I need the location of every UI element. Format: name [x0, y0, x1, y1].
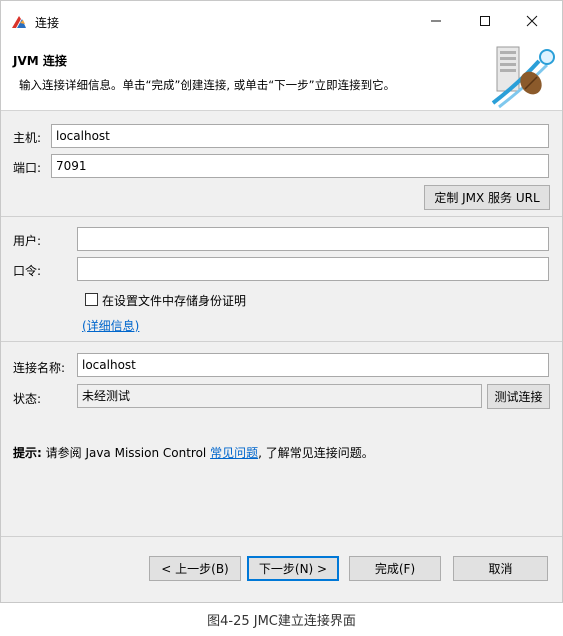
host-label: 主机: [13, 131, 42, 145]
maximize-icon [480, 16, 490, 26]
cancel-button[interactable]: 取消 [453, 556, 548, 581]
password-input[interactable] [77, 257, 549, 281]
host-input[interactable]: localhost [51, 124, 549, 148]
connection-name-input[interactable]: localhost [77, 353, 549, 377]
hint-text-after: , 了解常见连接问题。 [258, 446, 374, 460]
divider [1, 216, 562, 217]
hint-prefix: 提示: [13, 446, 42, 460]
divider [1, 536, 562, 537]
page-title: JVM 连接 [13, 54, 67, 68]
password-label: 口令: [13, 264, 42, 278]
title-bar: 连接 [1, 1, 562, 41]
custom-jmx-url-button[interactable]: 定制 JMX 服务 URL [424, 185, 550, 210]
figure-caption: 图4-25 JMC建立连接界面 [207, 614, 356, 629]
hint-text-before: 请参阅 Java Mission Control [41, 446, 211, 460]
header-banner: JVM 连接 输入连接详细信息。单击“完成”创建连接, 或单击“下一步”立即连接… [1, 41, 562, 111]
details-link[interactable]: (详细信息) [82, 317, 139, 334]
close-button[interactable] [510, 7, 554, 35]
store-credentials-label: 在设置文件中存储身份证明 [102, 294, 247, 308]
jmc-app-icon [11, 14, 27, 30]
maximize-button[interactable] [463, 7, 507, 35]
status-value: 未经测试 [77, 384, 482, 408]
divider [1, 341, 562, 342]
port-label: 端口: [13, 161, 42, 175]
connection-plug-icon [491, 46, 555, 109]
minimize-button[interactable] [414, 7, 458, 35]
connection-name-label: 连接名称: [13, 361, 66, 375]
status-label: 状态: [13, 392, 42, 406]
close-icon [526, 15, 538, 27]
page-description: 输入连接详细信息。单击“完成”创建连接, 或单击“下一步”立即连接到它。 [19, 78, 396, 92]
window-title: 连接 [35, 16, 60, 30]
next-button[interactable]: 下一步(N) > [247, 556, 339, 581]
test-connection-button[interactable]: 测试连接 [487, 384, 550, 409]
user-label: 用户: [13, 234, 42, 248]
user-input[interactable] [77, 227, 549, 251]
finish-button[interactable]: 完成(F) [349, 556, 441, 581]
back-button[interactable]: < 上一步(B) [149, 556, 241, 581]
faq-link[interactable]: 常见问题 [210, 446, 258, 460]
hint-text: 提示: 请参阅 Java Mission Control 常见问题, 了解常见连… [13, 444, 374, 461]
port-input[interactable]: 7091 [51, 154, 549, 178]
store-credentials-checkbox[interactable] [85, 293, 98, 306]
connection-dialog: 连接 JVM 连接 输入连接详细信息。单击“完成”创建连接, 或单击“下一步”立… [0, 0, 563, 603]
minimize-icon [431, 20, 441, 22]
